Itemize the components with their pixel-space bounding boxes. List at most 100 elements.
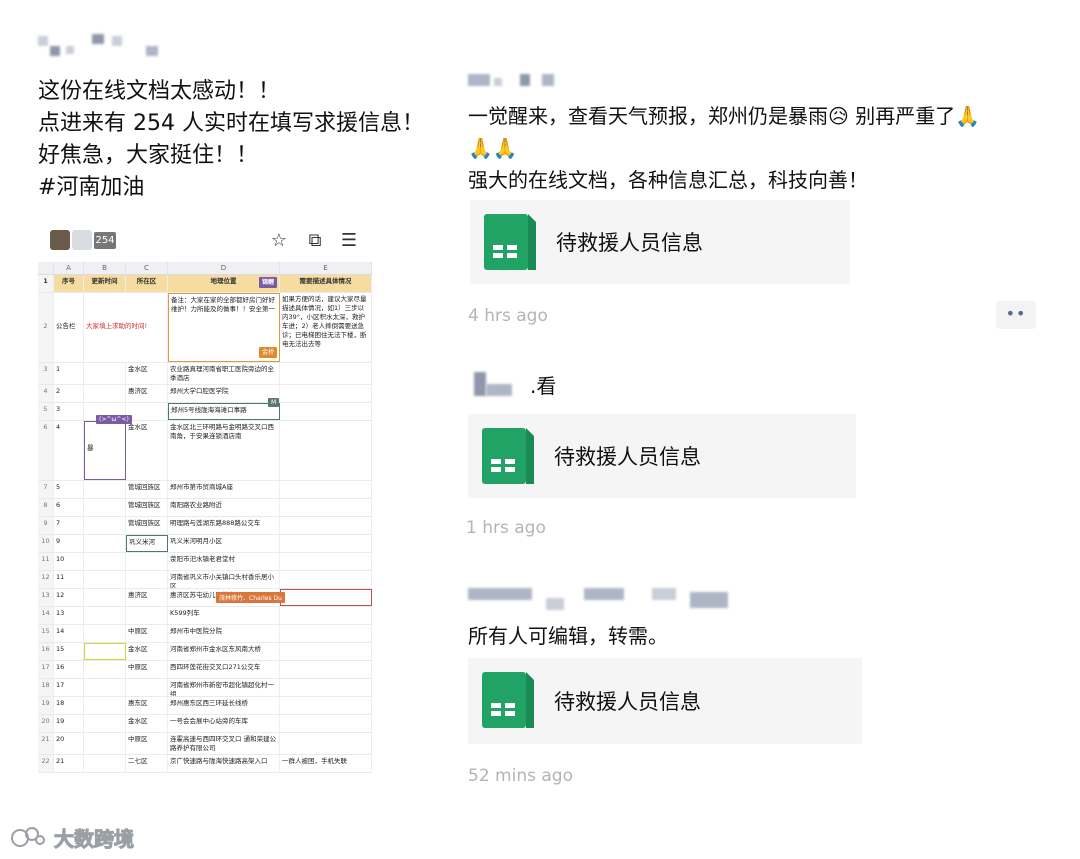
column-header: B — [84, 262, 126, 274]
table-cell: 惠济区 — [126, 385, 168, 402]
row-number: 11 — [38, 553, 54, 570]
post-text: 所有人可编辑，转需。 — [468, 624, 668, 648]
table-cell — [84, 481, 126, 498]
table-cell — [280, 363, 372, 384]
table-cell — [280, 481, 372, 498]
table-cell: 河南省郑州市金水区东风南大桥 — [168, 643, 280, 660]
row-number: 21 — [38, 733, 54, 754]
table-cell: 13 — [54, 607, 84, 624]
sheet-grid: A B C D E 1 序号 更新时间 所在区 地理位置 锦鲤 需要描述具体情况 … — [38, 262, 372, 773]
table-cell: 18 — [54, 697, 84, 714]
table-row: 6 4 暴金水区 金水区北三环明路与金明路交叉口西南角，于安果连锁酒店南 — [38, 421, 372, 481]
table-cell — [280, 715, 372, 732]
table-cell: 郑州大学口腔医学院 — [168, 385, 280, 402]
row-number: 20 — [38, 715, 54, 732]
table-row: 7 5 管城回族区 郑州市第市贸商城A座 — [38, 481, 372, 499]
row-number: 12 — [38, 571, 54, 588]
table-cell — [84, 625, 126, 642]
menu-icon[interactable]: ☰ — [338, 230, 360, 252]
table-cell — [126, 679, 168, 696]
timestamp: 4 hrs ago — [468, 306, 548, 326]
more-dots-icon[interactable]: •• — [996, 301, 1036, 329]
table-cell — [280, 643, 372, 660]
table-cell — [84, 715, 126, 732]
table-cell: 暴 — [84, 421, 126, 480]
table-cell: 15 — [54, 643, 84, 660]
row-number: 22 — [38, 755, 54, 772]
shared-doc-card[interactable]: 待救援人员信息 — [468, 414, 856, 498]
table-cell: 荥阳市汜水镇老君堂村 — [168, 553, 280, 570]
table-cell — [84, 733, 126, 754]
spreadsheet-icon — [482, 672, 534, 728]
table-row: 12 11 河南省巩义市小关镇口头村香乐居小区 — [38, 571, 372, 589]
table-row: 11 10 荥阳市汜水镇老君堂村 — [38, 553, 372, 571]
spreadsheet-screenshot: 254 ☆ ⧉ ☰ A B C D E 1 序号 更新时间 所在区 地理位置 锦鲤… — [38, 200, 372, 800]
post-text: 一觉醒来，查看天气预报，郑州仍是暴雨😥 别再严重了🙏 🙏🙏 强大的在线文档，各种… — [468, 100, 980, 196]
header-cell: 所在区 — [126, 275, 168, 292]
timestamp: 52 mins ago — [468, 766, 573, 786]
spreadsheet-icon — [482, 428, 534, 484]
table-cell — [280, 625, 372, 642]
shared-doc-card[interactable]: 待救援人员信息 — [468, 658, 862, 744]
card-title: 待救援人员信息 — [556, 231, 703, 255]
table-cell: 明理路与莲湖东路888路公交车 — [168, 517, 280, 534]
table-cell: 20 — [54, 733, 84, 754]
cursor-tag: M — [268, 398, 280, 407]
table-row: 10 9 巩义米河 巩义米河明月小区 — [38, 535, 372, 553]
table-cell: 郑州市中医院分院 — [168, 625, 280, 642]
table-cell — [84, 697, 126, 714]
watermark-logo-icon — [11, 827, 45, 847]
table-cell: 管城回族区 — [126, 499, 168, 516]
row-number: 17 — [38, 661, 54, 678]
table-cell: 6 — [54, 499, 84, 516]
row-number: 7 — [38, 481, 54, 498]
table-cell: 巩义米河 — [126, 535, 168, 552]
table-cell — [84, 535, 126, 552]
column-headers: A B C D E — [38, 262, 372, 275]
row-number: 13 — [38, 589, 54, 606]
table-cell: 郑州5号线陇海海滩口事路 — [168, 403, 280, 420]
table-cell — [280, 733, 372, 754]
table-row: 16 15 金水区 河南省郑州市金水区东风南大桥 — [38, 643, 372, 661]
table-cell — [84, 755, 126, 772]
table-header-row: 1 序号 更新时间 所在区 地理位置 锦鲤 需要描述具体情况 — [38, 275, 372, 293]
avatar — [50, 230, 70, 250]
table-cell — [280, 589, 372, 606]
row-number: 6 — [38, 421, 54, 480]
row-number: 8 — [38, 499, 54, 516]
table-row: 21 20 中原区 连霍高速与西四环交叉口 通和荣建公路养护有限公司 — [38, 733, 372, 755]
table-cell: 京广快速路与陇海快速路高架入口 — [168, 755, 280, 772]
table-cell — [126, 607, 168, 624]
row-number: 9 — [38, 517, 54, 534]
table-cell: 16 — [54, 661, 84, 678]
shared-doc-card[interactable]: 待救援人员信息 — [470, 200, 850, 284]
table-cell: 惠东区 — [126, 697, 168, 714]
table-cell: 17 — [54, 679, 84, 696]
table-rows: 3 1 金水区 农业路真理河南省职工医院旁边的全季酒店 4 2 惠济区 郑州大学口腔医学院 5 3… — [38, 363, 372, 773]
share-icon[interactable]: ⧉ — [304, 230, 326, 252]
star-icon[interactable]: ☆ — [268, 230, 290, 252]
table-cell: 金水区 — [126, 421, 168, 480]
table-cell: 二七区 — [126, 755, 168, 772]
table-cell: 金水区 — [126, 715, 168, 732]
table-cell — [280, 421, 372, 480]
left-post-line: 点进来有 254 人实时在填写求援信息！ — [38, 111, 424, 136]
cursor-tag: 金桥 — [258, 347, 277, 358]
table-cell: 中原区 — [126, 625, 168, 642]
sheet-toolbar: 254 ☆ ⧉ ☰ — [38, 226, 372, 258]
table-cell — [84, 643, 126, 660]
table-cell — [84, 679, 126, 696]
table-cell: 中原区 — [126, 733, 168, 754]
table-cell — [84, 661, 126, 678]
table-row: 17 16 中原区 西四环莲花街交叉口271公交车 — [38, 661, 372, 679]
table-row: 18 17 河南省郑州市新密市超化镇超化村一组 — [38, 679, 372, 697]
row-number: 15 — [38, 625, 54, 642]
table-cell — [84, 571, 126, 588]
table-row: 20 19 金水区 一号会会展中心站旁的车库 — [38, 715, 372, 733]
post-line: 一觉醒来，查看天气预报，郑州仍是暴雨😥 别再严重了🙏 — [468, 104, 981, 128]
table-cell: 12 — [54, 589, 84, 606]
row-number: 5 — [38, 403, 54, 420]
cursor-tag: (>^ω^<) — [96, 415, 132, 424]
table-row: 19 18 惠东区 郑州惠东区西三环延长线桥 — [38, 697, 372, 715]
post-line: 🙏🙏 — [468, 136, 518, 160]
